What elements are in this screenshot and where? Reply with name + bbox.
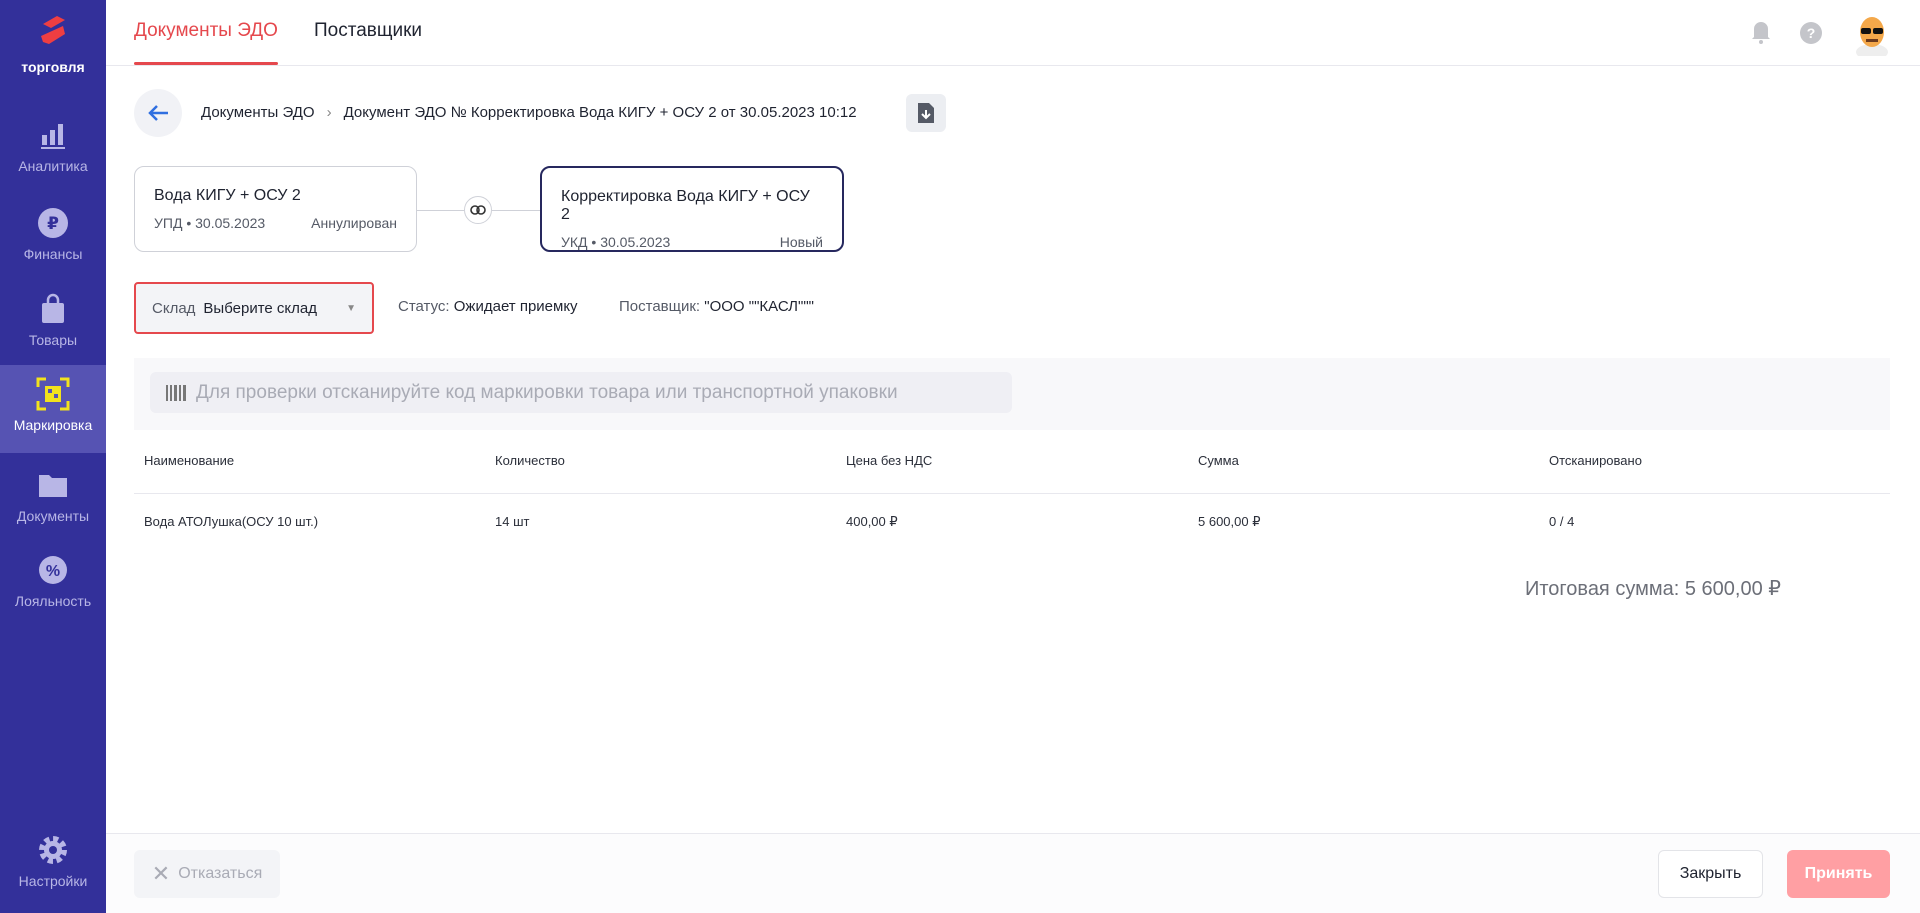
gear-icon bbox=[0, 833, 106, 867]
sidebar-item-settings[interactable]: Настройки bbox=[0, 833, 106, 889]
scan-placeholder: Для проверки отсканируйте код маркировки… bbox=[196, 381, 898, 403]
datamatrix-scan-icon bbox=[0, 377, 106, 411]
supplier-value: "ООО ""КАСЛ""" bbox=[704, 298, 814, 315]
accept-button[interactable]: Принять bbox=[1787, 850, 1890, 898]
sidebar: торговля Аналитика ₽ Финансы Товары Марк… bbox=[0, 0, 106, 913]
column-header-price: Цена без НДС bbox=[846, 453, 933, 468]
footer: ✕ Отказаться Закрыть Принять bbox=[106, 833, 1920, 913]
total-sum: Итоговая сумма: 5 600,00 ₽ bbox=[1525, 578, 1781, 600]
tab-suppliers[interactable]: Поставщики bbox=[314, 20, 422, 42]
sidebar-item-finance[interactable]: ₽ Финансы bbox=[0, 206, 106, 262]
status-info: Статус: Ожидает приемку bbox=[398, 298, 578, 315]
sidebar-item-label: Маркировка bbox=[13, 417, 93, 433]
tab-edo-documents[interactable]: Документы ЭДО bbox=[134, 20, 278, 65]
svg-text:?: ? bbox=[1807, 25, 1816, 41]
supplier-label: Поставщик: bbox=[619, 298, 701, 315]
close-button[interactable]: Закрыть bbox=[1658, 850, 1763, 898]
linked-document-card[interactable]: Вода КИГУ + ОСУ 2 УПД • 30.05.2023 Аннули… bbox=[134, 166, 417, 252]
bell-icon[interactable] bbox=[1751, 18, 1771, 44]
svg-text:%: % bbox=[46, 563, 60, 580]
cell-quantity: 14 шт bbox=[495, 514, 530, 529]
logo-icon bbox=[41, 16, 65, 44]
link-line bbox=[492, 210, 540, 211]
help-icon[interactable]: ? bbox=[1799, 21, 1823, 45]
sidebar-item-analytics[interactable]: Аналитика bbox=[0, 118, 106, 174]
sidebar-item-goods[interactable]: Товары bbox=[0, 292, 106, 348]
decline-button[interactable]: ✕ Отказаться bbox=[134, 850, 280, 898]
sidebar-item-label: Документы bbox=[16, 508, 90, 524]
shopping-bag-icon bbox=[0, 292, 106, 326]
cell-sum: 5 600,00 ₽ bbox=[1198, 514, 1261, 529]
arrow-left-icon bbox=[148, 105, 168, 121]
warehouse-label: Склад bbox=[152, 299, 196, 317]
file-download-icon bbox=[918, 103, 934, 123]
sidebar-item-label: Аналитика bbox=[18, 158, 88, 174]
breadcrumb-current: Документ ЭДО № Корректировка Вода КИГУ +… bbox=[343, 104, 857, 121]
close-icon: ✕ bbox=[151, 861, 171, 886]
discount-badge-icon: % bbox=[0, 553, 106, 587]
card-title: Вода КИГУ + ОСУ 2 bbox=[154, 187, 301, 204]
column-header-quantity: Количество bbox=[495, 453, 565, 468]
supplier-info: Поставщик: "ООО ""КАСЛ""" bbox=[619, 298, 814, 315]
breadcrumb: Документы ЭДО › Документ ЭДО № Корректир… bbox=[201, 104, 857, 121]
sidebar-item-documents[interactable]: Документы bbox=[0, 468, 106, 524]
svg-text:₽: ₽ bbox=[47, 214, 59, 234]
top-header: Документы ЭДО Поставщики ? bbox=[106, 0, 1920, 66]
cell-price: 400,00 ₽ bbox=[846, 514, 898, 529]
link-line bbox=[417, 210, 464, 211]
sidebar-item-label: Финансы bbox=[23, 246, 83, 262]
decline-label: Отказаться bbox=[178, 865, 263, 882]
warehouse-value: Выберите склад bbox=[203, 299, 317, 317]
barcode-icon bbox=[166, 384, 186, 401]
folder-icon bbox=[0, 468, 106, 502]
ruble-icon: ₽ bbox=[0, 206, 106, 240]
table-divider bbox=[134, 493, 1890, 494]
sidebar-item-loyalty[interactable]: % Лояльность bbox=[0, 553, 106, 609]
scan-input[interactable]: Для проверки отсканируйте код маркировки… bbox=[150, 372, 1012, 413]
card-meta: УКД • 30.05.2023 bbox=[561, 234, 671, 250]
sidebar-item-marking[interactable]: Маркировка bbox=[0, 365, 106, 453]
column-header-name: Наименование bbox=[144, 453, 235, 468]
avatar[interactable] bbox=[1852, 12, 1892, 56]
status-label: Статус: bbox=[398, 298, 450, 315]
warehouse-select[interactable]: Склад Выберите склад ▼ bbox=[134, 282, 374, 334]
card-title: Корректировка Вода КИГУ + ОСУ 2 bbox=[561, 188, 810, 223]
bar-chart-icon bbox=[0, 118, 106, 152]
caret-down-icon: ▼ bbox=[346, 302, 356, 314]
sidebar-item-label: Настройки bbox=[18, 873, 88, 889]
current-document-card[interactable]: Корректировка Вода КИГУ + ОСУ 2 УКД • 30… bbox=[540, 166, 844, 252]
scan-panel: Для проверки отсканируйте код маркировки… bbox=[134, 358, 1890, 430]
cell-name: Вода АТОЛушка(ОСУ 10 шт.) bbox=[144, 514, 319, 529]
breadcrumb-root[interactable]: Документы ЭДО bbox=[201, 104, 315, 121]
logo[interactable]: торговля bbox=[0, 14, 106, 75]
card-meta: УПД • 30.05.2023 bbox=[154, 215, 266, 231]
link-icon bbox=[464, 196, 492, 224]
logo-text: торговля bbox=[21, 59, 85, 75]
status-value: Ожидает приемку bbox=[453, 298, 578, 315]
cell-scanned: 0 / 4 bbox=[1549, 514, 1575, 529]
sidebar-item-label: Товары bbox=[28, 332, 78, 348]
back-button[interactable] bbox=[134, 89, 182, 137]
sidebar-item-label: Лояльность bbox=[14, 593, 92, 609]
card-status: Аннулирован bbox=[311, 215, 397, 231]
download-document-button[interactable] bbox=[906, 94, 946, 132]
column-header-scanned: Отсканировано bbox=[1549, 453, 1642, 468]
chevron-right-icon: › bbox=[326, 104, 332, 121]
column-header-sum: Сумма bbox=[1198, 453, 1239, 468]
card-status: Новый bbox=[779, 234, 823, 250]
